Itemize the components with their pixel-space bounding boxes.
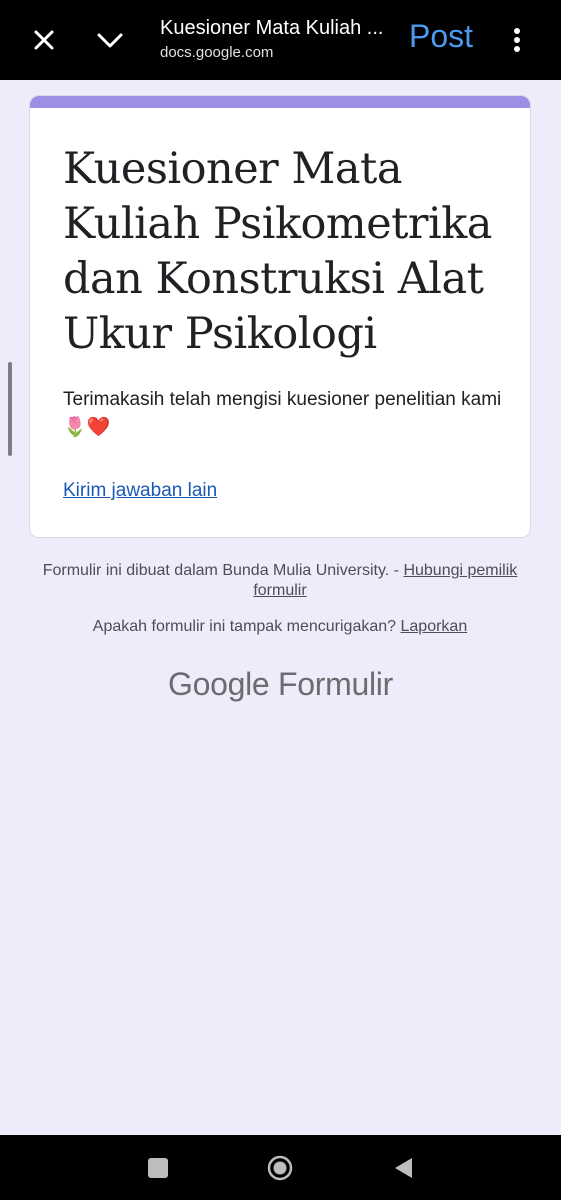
scroll-indicator[interactable] xyxy=(8,362,12,456)
back-icon[interactable] xyxy=(392,1156,414,1180)
footer-made-in: Formulir ini dibuat dalam Bunda Mulia Un… xyxy=(40,561,520,601)
footer-report: Apakah formulir ini tampak mencurigakan?… xyxy=(40,617,520,637)
more-vert-icon[interactable] xyxy=(505,24,529,56)
report-link[interactable]: Laporkan xyxy=(401,618,468,635)
browser-top-bar: Kuesioner Mata Kuliah ... docs.google.co… xyxy=(0,0,561,80)
form-title: Kuesioner Mata Kuliah Psikometrika dan K… xyxy=(63,144,492,359)
card-accent-bar xyxy=(30,96,530,108)
page-title: Kuesioner Mata Kuliah ... xyxy=(160,17,384,39)
google-forms-logo[interactable]: Google Formulir xyxy=(0,660,561,708)
footer-made-in-text: Formulir ini dibuat dalam Bunda Mulia Un… xyxy=(42,562,399,579)
footer-suspicious-text: Apakah formulir ini tampak mencurigakan? xyxy=(92,618,397,635)
close-icon[interactable] xyxy=(27,23,61,57)
logo-google-text: Google xyxy=(168,666,270,702)
logo-forms-text: Formulir xyxy=(278,666,393,702)
chevron-down-icon[interactable] xyxy=(93,23,127,57)
page-url: docs.google.com xyxy=(160,44,274,61)
form-card: Kuesioner Mata Kuliah Psikometrika dan K… xyxy=(29,95,531,538)
system-navigation-bar xyxy=(0,1135,561,1200)
page-info: Kuesioner Mata Kuliah ... docs.google.co… xyxy=(160,14,390,64)
recents-icon[interactable] xyxy=(148,1158,168,1178)
submit-another-response-link[interactable]: Kirim jawaban lain xyxy=(63,477,217,505)
home-icon[interactable] xyxy=(266,1154,294,1182)
post-button[interactable]: Post xyxy=(409,14,473,58)
confirmation-message: Terimakasih telah mengisi kuesioner pene… xyxy=(63,389,502,438)
